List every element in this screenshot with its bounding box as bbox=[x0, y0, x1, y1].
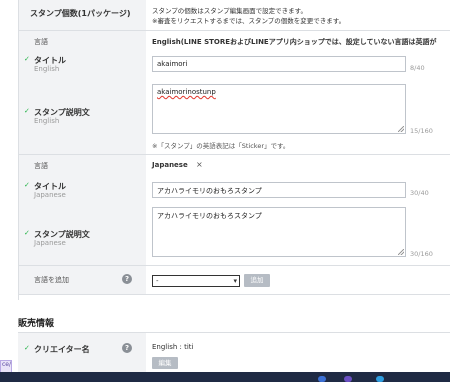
japanese-lang-value: Japanese bbox=[152, 161, 188, 169]
creator-value: English : titi bbox=[152, 343, 194, 351]
chevron-down-icon: ▾ bbox=[233, 277, 237, 285]
english-desc-sublabel: English bbox=[34, 117, 60, 125]
help-icon[interactable]: ? bbox=[122, 343, 132, 353]
japanese-desc-textarea[interactable]: アカハライモリのおもろスタンプ bbox=[152, 207, 406, 257]
sales-section-title: 販売情報 bbox=[18, 319, 55, 329]
check-icon: ✓ bbox=[24, 181, 30, 189]
remove-language-icon[interactable]: × bbox=[196, 160, 203, 169]
japanese-desc-count: 30/160 bbox=[410, 250, 433, 258]
check-icon: ✓ bbox=[24, 107, 30, 115]
resize-handle-icon[interactable] bbox=[398, 126, 404, 132]
japanese-title-sublabel: Japanese bbox=[34, 191, 66, 199]
stamp-count-label: スタンプ個数(1パッケージ) bbox=[30, 9, 131, 18]
english-lang-label: 言語 bbox=[34, 38, 48, 46]
english-lang-value: English(LINE STOREおよびLINEアプリ内ショップでは、設定して… bbox=[152, 38, 437, 46]
help-icon[interactable]: ? bbox=[122, 274, 132, 284]
panel-border bbox=[18, 0, 19, 300]
english-title-count: 8/40 bbox=[410, 64, 425, 72]
english-title-input[interactable]: akaimori bbox=[152, 56, 406, 72]
divider bbox=[18, 294, 450, 295]
edit-creator-button[interactable]: 編集 bbox=[152, 357, 178, 369]
check-icon: ✓ bbox=[24, 55, 30, 63]
english-block: 言語 English(LINE STOREおよびLINEアプリ内ショップでは、設… bbox=[18, 31, 450, 154]
taskbar-app-icon[interactable] bbox=[318, 376, 326, 382]
taskbar-app-icon[interactable] bbox=[376, 376, 384, 382]
japanese-title-input[interactable]: アカハライモリのおもろスタンプ bbox=[152, 182, 406, 198]
stamp-info-form: スタンプ個数(1パッケージ) スタンプの個数はスタンプ編集画面で設定できます。 … bbox=[18, 0, 450, 300]
taskbar-app-icon[interactable] bbox=[344, 376, 352, 382]
add-language-label: 言語を追加 bbox=[34, 276, 69, 284]
english-desc-text: akaimorinostunp bbox=[157, 88, 216, 96]
language-select-value: - bbox=[156, 277, 159, 285]
japanese-title-count: 30/40 bbox=[410, 189, 429, 197]
japanese-desc-sublabel: Japanese bbox=[34, 239, 66, 247]
add-language-row: 言語を追加 ? - ▾ 追加 bbox=[18, 266, 450, 294]
check-icon: ✓ bbox=[24, 344, 30, 352]
creator-label: クリエイター名 bbox=[34, 345, 90, 354]
creator-row: ✓ クリエイター名 ? English : titi 編集 bbox=[18, 333, 450, 373]
japanese-block: 言語 Japanese × ✓ タイトル Japanese アカハライモリのおも… bbox=[18, 155, 450, 265]
english-desc-count: 15/160 bbox=[410, 127, 433, 135]
japanese-desc-text: アカハライモリのおもろスタンプ bbox=[157, 212, 262, 220]
language-select[interactable]: - ▾ bbox=[152, 275, 240, 287]
stamp-count-row: スタンプ個数(1パッケージ) スタンプの個数はスタンプ編集画面で設定できます。 … bbox=[18, 0, 450, 30]
check-icon: ✓ bbox=[24, 229, 30, 237]
add-language-button[interactable]: 追加 bbox=[244, 274, 270, 287]
japanese-lang-label: 言語 bbox=[34, 162, 48, 170]
stamp-count-line1: スタンプの個数はスタンプ編集画面で設定できます。 bbox=[152, 7, 307, 15]
english-desc-textarea[interactable]: akaimorinostunp bbox=[152, 84, 406, 134]
english-title-sublabel: English bbox=[34, 65, 60, 73]
label-column bbox=[18, 155, 146, 265]
english-sticker-note: ※「スタンプ」の英語表記は「Sticker」です。 bbox=[152, 142, 290, 150]
stamp-count-line2: ※審査をリクエストするまでは、スタンプの個数を変更できます。 bbox=[152, 17, 346, 25]
resize-handle-icon[interactable] bbox=[398, 249, 404, 255]
label-column bbox=[18, 31, 146, 154]
